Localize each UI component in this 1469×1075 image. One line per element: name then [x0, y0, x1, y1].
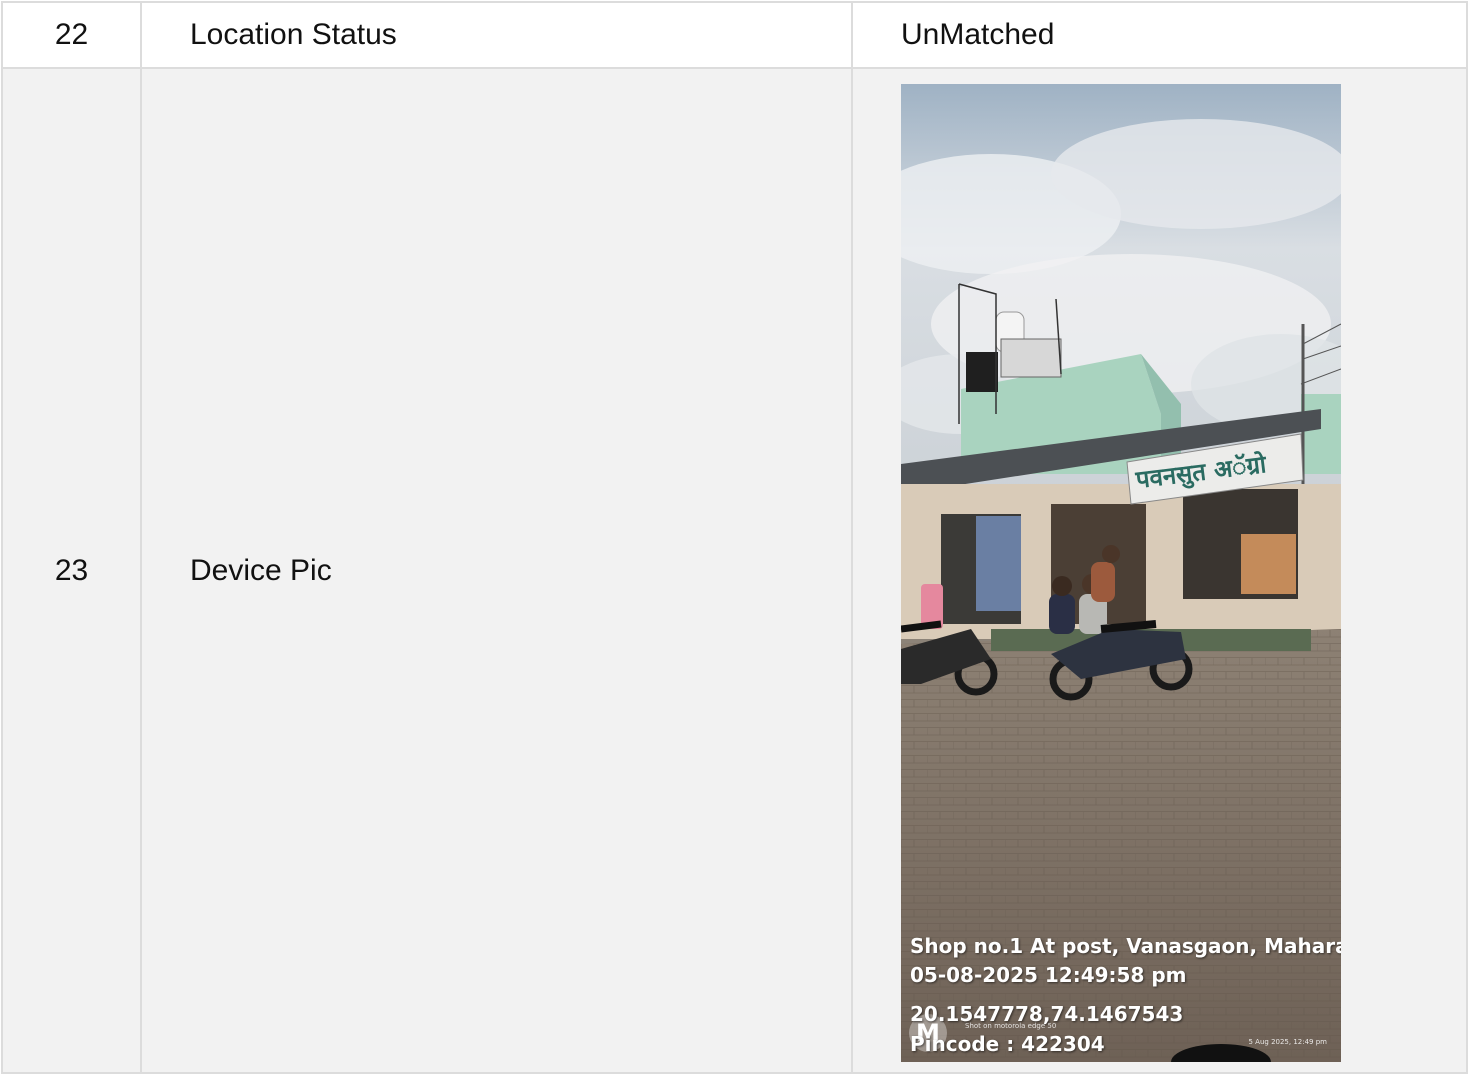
- row-number: 22: [1, 1, 142, 69]
- details-table: 22 Location Status UnMatched 23 Device P…: [1, 1, 1468, 1074]
- camera-timestamp: 5 Aug 2025, 12:49 pm: [1248, 1038, 1328, 1046]
- photo-pincode: Pincode : 422304: [910, 1032, 1105, 1056]
- table-row: 23 Device Pic पवनसुत अॅग्रो Shop no.1 At…: [1, 67, 1468, 1074]
- table-row: 22 Location Status UnMatched: [1, 1, 1468, 69]
- photo-coordinates: 20.1547778,74.1467543: [910, 1002, 1184, 1026]
- device-pic-cell: पवनसुत अॅग्रो Shop no.1 At post, Vanasga…: [851, 67, 1468, 1074]
- location-status-value: UnMatched: [851, 1, 1468, 69]
- photo-datetime: 05-08-2025 12:49:58 pm: [910, 963, 1187, 987]
- field-label: Device Pic: [140, 67, 853, 1074]
- device-photo[interactable]: पवनसुत अॅग्रो Shop no.1 At post, Vanasga…: [901, 84, 1341, 1062]
- photo-address: Shop no.1 At post, Vanasgaon, Maharash: [910, 934, 1341, 958]
- row-number: 23: [1, 67, 142, 1074]
- photo-scene: पवनसुत अॅग्रो: [901, 84, 1341, 1062]
- field-label: Location Status: [140, 1, 853, 69]
